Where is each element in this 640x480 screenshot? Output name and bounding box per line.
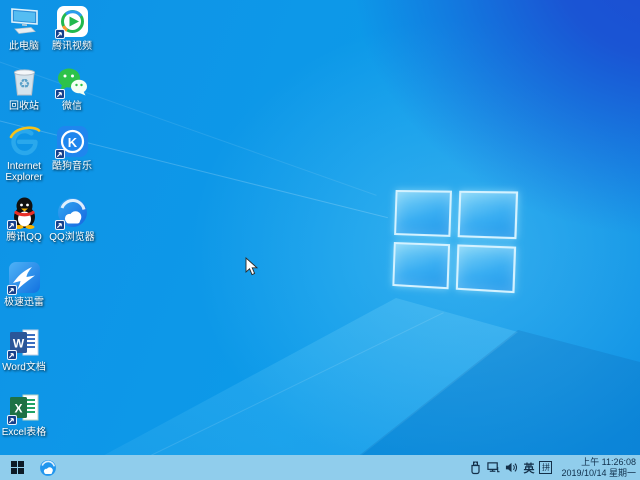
qq-browser-icon xyxy=(39,459,57,477)
this-pc-icon xyxy=(8,5,41,38)
tencent-qq-icon xyxy=(8,196,41,229)
windows-logo-pane xyxy=(394,190,451,236)
svg-text:W: W xyxy=(12,337,24,351)
taskbar-qq-browser-button[interactable] xyxy=(34,455,62,480)
svg-text:♻: ♻ xyxy=(18,76,30,91)
svg-text:K: K xyxy=(67,135,77,150)
shortcut-arrow-icon xyxy=(7,220,17,230)
windows-logo-pane xyxy=(457,191,518,239)
desktop-icon-word[interactable]: W Word文档 xyxy=(0,326,52,373)
icon-label: 微信 xyxy=(62,101,82,112)
clock-date: 2019/10/14 星期一 xyxy=(561,468,636,479)
desktop-icon-qq-browser[interactable]: QQ浏览器 xyxy=(44,196,100,243)
ime-mode-icon[interactable]: 拼 xyxy=(539,461,552,474)
desktop-icon-excel[interactable]: X Excel表格 xyxy=(0,391,52,438)
windows-logo xyxy=(392,190,518,293)
thunder-icon xyxy=(8,261,41,294)
shortcut-arrow-icon xyxy=(7,285,17,295)
shortcut-arrow-icon xyxy=(55,149,65,159)
internet-explorer-icon xyxy=(8,125,41,158)
shortcut-arrow-icon xyxy=(7,415,17,425)
shortcut-arrow-icon xyxy=(55,89,65,99)
system-tray: 英 拼 上午 11:26:08 2019/10/14 星期一 xyxy=(469,457,640,479)
start-button[interactable] xyxy=(0,455,34,480)
icon-label: QQ浏览器 xyxy=(49,232,95,243)
windows-logo-pane xyxy=(455,244,516,293)
wechat-icon xyxy=(56,65,89,98)
shortcut-arrow-icon xyxy=(55,220,65,230)
tencent-video-icon xyxy=(56,5,89,38)
shortcut-arrow-icon xyxy=(7,350,17,360)
usb-icon[interactable] xyxy=(469,461,482,475)
desktop-icon-kugou-music[interactable]: K 酷狗音乐 xyxy=(44,125,100,172)
icon-label: Excel表格 xyxy=(2,427,46,438)
icon-label: 腾讯QQ xyxy=(6,232,42,243)
ime-language-indicator[interactable]: 英 xyxy=(523,460,534,476)
taskbar: 英 拼 上午 11:26:08 2019/10/14 星期一 xyxy=(0,455,640,480)
excel-icon: X xyxy=(8,391,41,424)
icon-label: 此电脑 xyxy=(9,41,39,52)
icon-label: 回收站 xyxy=(9,101,39,112)
desktop-icon-thunder[interactable]: 极速迅雷 xyxy=(0,261,52,308)
kugou-music-icon: K xyxy=(56,125,89,158)
desktop-icon-tencent-video[interactable]: 腾讯视频 xyxy=(44,5,100,52)
word-icon: W xyxy=(8,326,41,359)
icon-label: 腾讯视频 xyxy=(52,41,92,52)
recycle-bin-icon: ♻ xyxy=(8,65,41,98)
windows-logo-pane xyxy=(392,241,449,289)
icon-label: Word文档 xyxy=(2,362,46,373)
network-icon[interactable] xyxy=(487,461,500,475)
windows-start-icon xyxy=(11,461,24,474)
shortcut-arrow-icon xyxy=(55,29,65,39)
qq-browser-icon xyxy=(56,196,89,229)
icon-label: 酷狗音乐 xyxy=(52,161,92,172)
icon-label: 极速迅雷 xyxy=(4,297,44,308)
volume-icon[interactable] xyxy=(505,461,518,475)
taskbar-clock[interactable]: 上午 11:26:08 2019/10/14 星期一 xyxy=(557,457,636,479)
svg-text:X: X xyxy=(14,402,22,416)
desktop-icon-wechat[interactable]: 微信 xyxy=(44,65,100,112)
clock-time: 上午 11:26:08 xyxy=(561,457,636,468)
